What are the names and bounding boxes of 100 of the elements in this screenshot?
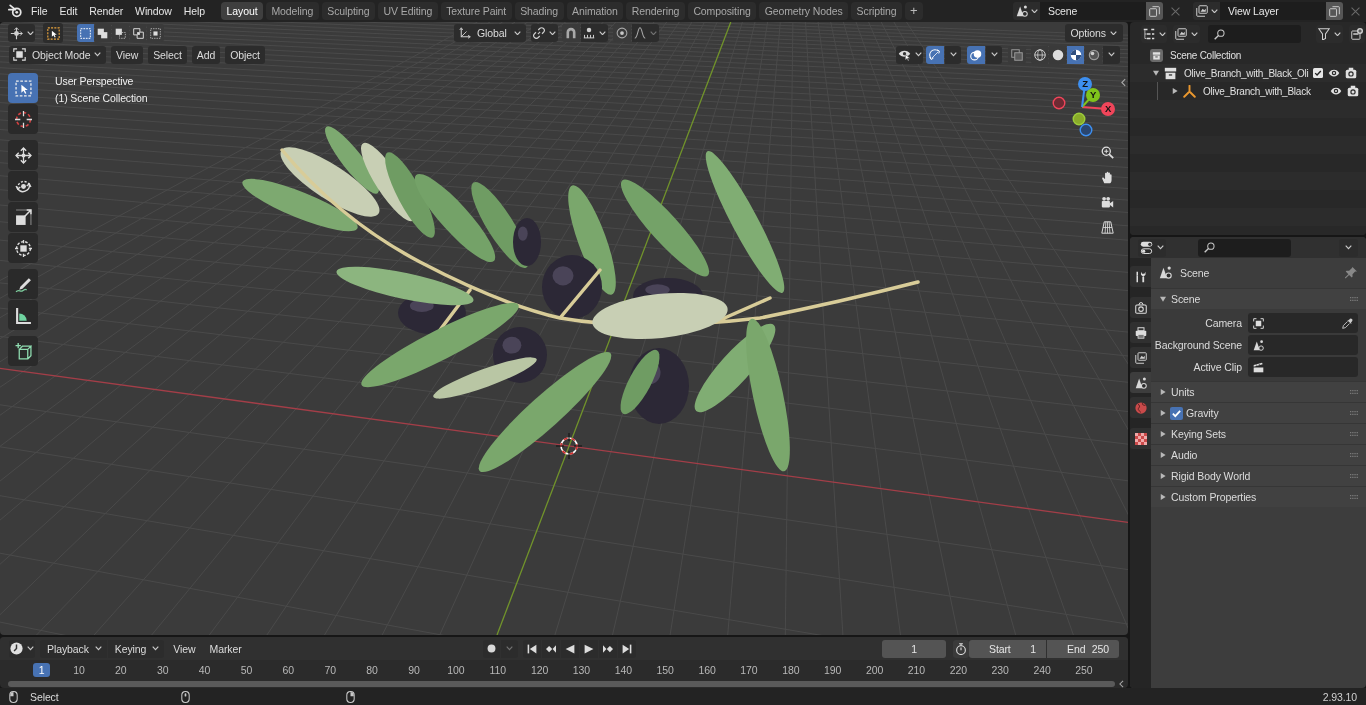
view-layer-name-field[interactable]: View Layer bbox=[1220, 2, 1326, 20]
menu-item[interactable]: Render bbox=[83, 5, 130, 17]
start-frame-field[interactable]: Start 1 bbox=[969, 639, 1046, 658]
checkbox[interactable] bbox=[1170, 406, 1183, 420]
current-frame-field[interactable]: 1 bbox=[882, 639, 946, 658]
drag-handle-icon[interactable] bbox=[1350, 432, 1358, 436]
sidebar-toggle-icon[interactable] bbox=[1119, 679, 1124, 688]
panel-header[interactable]: Custom Properties bbox=[1151, 486, 1366, 507]
blender-logo-icon[interactable] bbox=[8, 4, 22, 18]
tool-button[interactable] bbox=[8, 104, 38, 134]
panel-header[interactable]: Audio bbox=[1151, 444, 1366, 465]
preview-range-toggle[interactable] bbox=[953, 639, 969, 658]
search-field[interactable] bbox=[1208, 25, 1301, 43]
workspace-tab[interactable]: Compositing bbox=[687, 2, 757, 20]
new-scene-button[interactable] bbox=[1146, 2, 1163, 20]
drag-handle-icon[interactable] bbox=[1350, 495, 1358, 499]
disclosure-triangle-icon[interactable] bbox=[1153, 70, 1159, 76]
snap-dropdown[interactable] bbox=[580, 24, 608, 42]
play-button[interactable] bbox=[579, 639, 598, 658]
drag-handle-icon[interactable] bbox=[1350, 411, 1358, 415]
view-layer-browse-button[interactable] bbox=[1193, 2, 1220, 20]
pivot-dropdown[interactable] bbox=[530, 24, 558, 42]
properties-tab[interactable] bbox=[1130, 372, 1151, 393]
select-mode-button[interactable] bbox=[147, 24, 164, 42]
header-dropdown[interactable]: Playback bbox=[40, 639, 107, 658]
playhead[interactable]: 1 bbox=[33, 662, 50, 677]
panel-header[interactable]: Keying Sets bbox=[1151, 423, 1366, 444]
tool-button[interactable] bbox=[8, 140, 38, 170]
panel-header[interactable]: Gravity bbox=[1151, 402, 1366, 423]
workspace-tab[interactable]: Layout bbox=[221, 2, 263, 20]
workspace-tab[interactable]: Texture Paint bbox=[440, 2, 512, 20]
tool-settings-button[interactable] bbox=[8, 24, 35, 42]
options-dropdown[interactable] bbox=[1339, 238, 1358, 257]
eye-icon[interactable] bbox=[1328, 67, 1340, 79]
object-field[interactable] bbox=[1248, 313, 1358, 333]
header-menu[interactable]: Marker bbox=[204, 639, 247, 658]
outliner-item[interactable]: Scene Collection bbox=[1130, 46, 1366, 64]
header-dropdown[interactable]: Keying bbox=[107, 639, 165, 658]
drag-handle-icon[interactable] bbox=[1350, 453, 1358, 457]
tool-button[interactable] bbox=[8, 300, 38, 330]
pin-icon[interactable] bbox=[1345, 266, 1357, 279]
camera-icon[interactable] bbox=[1346, 85, 1359, 97]
editor-type-dropdown[interactable] bbox=[9, 639, 35, 658]
properties-tab[interactable] bbox=[1130, 347, 1151, 368]
auto-keying-toggle[interactable] bbox=[482, 639, 500, 658]
outliner-item[interactable]: Olive_Branch_with_Black bbox=[1130, 82, 1366, 100]
disclosure-triangle-icon[interactable] bbox=[1172, 88, 1178, 94]
jump-start-button[interactable] bbox=[522, 639, 541, 658]
properties-tab[interactable] bbox=[1130, 266, 1151, 287]
next-keyframe-button[interactable] bbox=[598, 639, 617, 658]
workspace-tab[interactable]: Modeling bbox=[265, 2, 319, 20]
header-menu[interactable]: View bbox=[168, 639, 201, 658]
negative-axis-handle[interactable] bbox=[1079, 123, 1093, 137]
timeline-scrollbar[interactable] bbox=[8, 680, 1115, 687]
tool-button[interactable] bbox=[8, 269, 38, 299]
close-icon[interactable] bbox=[1171, 6, 1180, 16]
drag-handle-icon[interactable] bbox=[1350, 297, 1358, 301]
options-dropdown[interactable]: Options bbox=[1064, 24, 1123, 42]
drag-handle-icon[interactable] bbox=[1350, 474, 1358, 478]
view-layer-filter-dropdown[interactable] bbox=[1173, 25, 1200, 43]
menu-item[interactable]: Edit bbox=[53, 5, 84, 17]
scene-browse-button[interactable] bbox=[1013, 2, 1040, 20]
select-mode-button[interactable] bbox=[77, 24, 94, 42]
scene-name-field[interactable]: Scene bbox=[1040, 2, 1146, 20]
workspace-tab[interactable]: Geometry Nodes bbox=[759, 2, 849, 20]
panel-header[interactable]: Scene bbox=[1151, 288, 1366, 309]
workspace-tab[interactable]: UV Editing bbox=[378, 2, 438, 20]
panel-header[interactable]: Rigid Body World bbox=[1151, 465, 1366, 486]
orientation-dropdown[interactable]: Global bbox=[453, 24, 526, 42]
close-icon[interactable] bbox=[1351, 6, 1360, 16]
properties-tab[interactable] bbox=[1130, 428, 1151, 449]
end-frame-field[interactable]: End 250 bbox=[1047, 639, 1119, 658]
3d-cursor-icon[interactable] bbox=[555, 432, 583, 460]
play-reverse-button[interactable] bbox=[560, 639, 579, 658]
search-field[interactable] bbox=[1198, 238, 1291, 257]
panel-header[interactable]: Units bbox=[1151, 381, 1366, 402]
olive-branch-drawing[interactable] bbox=[242, 126, 920, 472]
new-view-layer-button[interactable] bbox=[1326, 2, 1343, 20]
menu-item[interactable]: File bbox=[25, 5, 54, 17]
properties-tab[interactable] bbox=[1130, 322, 1151, 343]
axis-handle[interactable]: X bbox=[1081, 102, 1115, 116]
display-mode-dropdown[interactable] bbox=[1141, 25, 1167, 43]
properties-tab[interactable] bbox=[1130, 297, 1151, 318]
workspace-tab[interactable]: Scripting bbox=[851, 2, 903, 20]
checkbox[interactable] bbox=[1313, 68, 1323, 78]
scene-field[interactable] bbox=[1248, 335, 1358, 355]
new-collection-button[interactable] bbox=[1349, 25, 1365, 43]
active-tool-button[interactable] bbox=[43, 23, 63, 43]
prev-keyframe-button[interactable] bbox=[541, 639, 560, 658]
drag-handle-icon[interactable] bbox=[1350, 390, 1358, 394]
tool-button[interactable] bbox=[8, 202, 38, 232]
workspace-tab[interactable]: Shading bbox=[514, 2, 564, 20]
sidebar-toggle-icon[interactable] bbox=[1121, 78, 1126, 87]
clip-field[interactable] bbox=[1248, 357, 1358, 377]
add-workspace-button[interactable]: + bbox=[905, 2, 923, 20]
navigation-gizmo[interactable]: X Y Z bbox=[1049, 74, 1119, 140]
tool-button[interactable] bbox=[8, 171, 38, 201]
jump-end-button[interactable] bbox=[617, 639, 636, 658]
outliner-item[interactable]: Olive_Branch_with_Black_Oli bbox=[1130, 64, 1366, 82]
workspace-tab[interactable]: Sculpting bbox=[321, 2, 376, 20]
